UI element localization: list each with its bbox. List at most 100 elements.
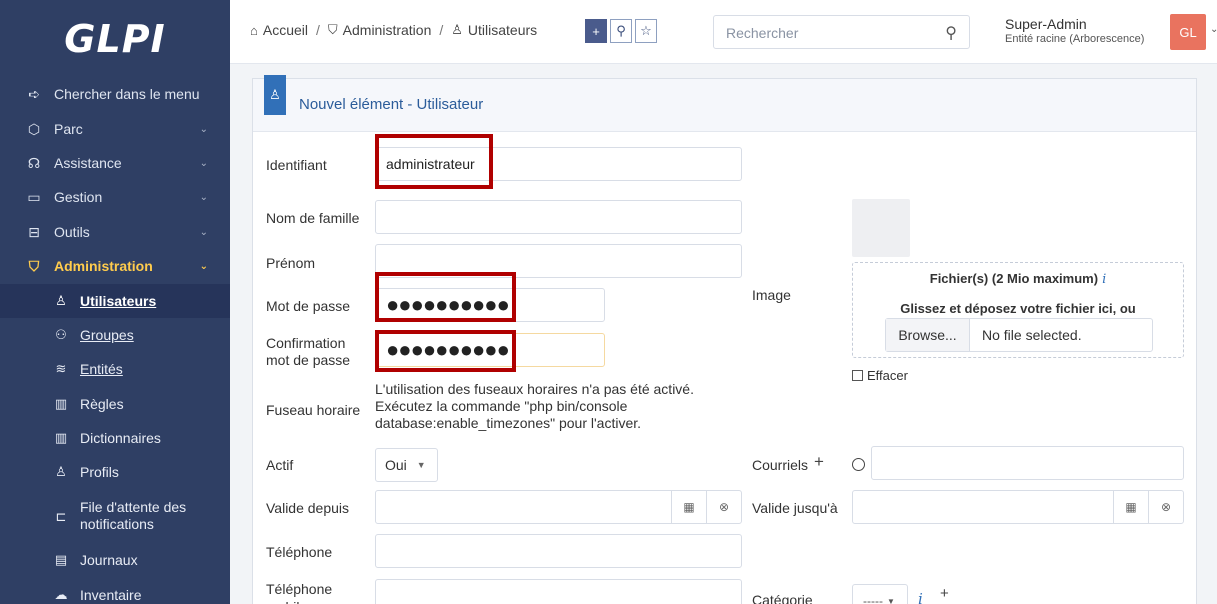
menu-parc-label: Parc [54,121,83,137]
file-input[interactable]: Browse... No file selected. [885,318,1153,352]
plus-icon: + [592,23,600,39]
menu-assistance-label: Assistance [54,155,122,171]
valid-until-field[interactable]: ▦ ⊗ [852,490,1184,524]
clear-icon[interactable]: ⊗ [1148,491,1183,523]
default-email-radio[interactable] [852,458,865,471]
user-icon: ♙ [55,293,67,308]
login-label: Identifiant [266,157,327,173]
clear-image-checkbox[interactable]: Effacer [852,368,908,383]
valid-until-label: Valide jusqu'à [752,500,838,516]
info-icon[interactable]: i [918,590,923,604]
card-header: ♙ Nouvel élément - Utilisateur [253,75,1196,132]
chevron-down-icon: ⌄ [199,260,208,272]
sidebar-item-label: Profils [80,464,119,480]
user-picture [852,199,910,257]
firstname-label: Prénom [266,255,316,271]
cloud-upload-icon: ☁ [54,587,68,602]
menu-administration-label: Administration [54,258,153,274]
upload-title: Fichier(s) (2 Mio maximum) [929,271,1099,286]
upload-drop-text: Glissez et déposez votre fichier ici, ou [900,301,1136,316]
calendar-icon[interactable]: ▦ [1113,491,1148,523]
sidebar-item-inventaire[interactable]: ☁ Inventaire [0,578,230,604]
user-entity: Entité racine (Arborescence) [1005,33,1145,45]
chevron-down-icon: ⌄ [199,226,208,238]
book-icon: ▥ [54,396,68,411]
chevron-down-icon[interactable]: ⌄ [1210,24,1217,35]
browse-button[interactable]: Browse... [886,319,970,351]
category-label: Catégorie [752,592,813,604]
sidebar-item-journaux[interactable]: ▤ Journaux [0,543,230,577]
menu-outils-label: Outils [54,224,90,240]
breadcrumb-users[interactable]: Utilisateurs [468,22,537,38]
sidebar-item-dictionnaires[interactable]: ▥ Dictionnaires [0,421,230,455]
home-icon: ⌂ [250,22,258,38]
shield-icon: ⛉ [327,22,338,37]
mobile-field[interactable] [375,579,742,604]
wallet-icon: ▭ [27,188,41,205]
info-icon[interactable]: i [1102,272,1106,287]
briefcase-icon: ⊟ [28,223,40,240]
checkbox-icon[interactable] [852,370,863,381]
book-icon: ▥ [54,430,68,445]
sidebar-item-label: Règles [80,396,124,412]
sidebar-item-utilisateurs[interactable]: ♙ Utilisateurs [0,284,230,318]
sidebar-item-label: Groupes [80,327,134,343]
search-input[interactable]: Rechercher ⚲ [713,15,970,49]
menu-parc[interactable]: ⬡ Parc ⌄ [0,112,230,146]
menu-assistance[interactable]: ☊ Assistance ⌄ [0,146,230,180]
sidebar-item-label: Utilisateurs [80,293,157,309]
caret-down-icon: ▼ [416,460,426,470]
password-label: Mot de passe [266,298,351,314]
valid-from-field[interactable]: ▦ ⊗ [375,490,742,524]
clear-icon[interactable]: ⊗ [706,491,741,523]
shield-icon: ⛉ [28,257,40,274]
avatar[interactable]: GL [1170,14,1206,50]
menu-gestion[interactable]: ▭ Gestion ⌄ [0,180,230,214]
phone-field[interactable] [375,534,742,568]
sidebar-item-label: Dictionnaires [80,430,161,446]
sidebar-item-label: File d'attente des notifications [80,499,187,532]
phone-label: Téléphone [266,544,333,560]
user-check-icon: ♙ [55,464,67,479]
lastname-label: Nom de famille [266,210,360,226]
notification-icon: ⊏ [55,508,67,524]
calendar-icon[interactable]: ▦ [671,491,706,523]
chevron-down-icon: ⌄ [199,123,208,135]
add-button[interactable]: + [585,19,607,43]
sidebar: GLPI ➪ Chercher dans le menu ⬡ Parc ⌄ ☊ … [0,0,230,604]
menu-administration[interactable]: ⛉ Administration ⌄ [0,249,230,283]
layers-icon: ≋ [55,361,67,376]
category-select[interactable]: ----- ▼ [852,584,908,604]
user-info[interactable]: Super-Admin Entité racine (Arborescence) [1005,16,1144,45]
file-dropzone[interactable]: Fichier(s) (2 Mio maximum) i Glissez et d… [852,262,1184,358]
breadcrumb-home[interactable]: Accueil [263,22,308,38]
menu-gestion-label: Gestion [54,189,103,205]
sidebar-item-notifications-queue[interactable]: ⊏ File d'attente des notifications [0,492,230,540]
sidebar-item-profils[interactable]: ♙ Profils [0,455,230,489]
user-name: Super-Admin [1005,16,1087,32]
add-category-icon[interactable]: + [940,585,949,602]
category-value: ----- [863,594,883,604]
sidebar-item-entites[interactable]: ≋ Entités [0,352,230,386]
image-label: Image [752,287,791,303]
menu-outils[interactable]: ⊟ Outils ⌄ [0,215,230,249]
page-title: Nouvel élément - Utilisateur [299,96,484,113]
search-list-button[interactable]: ⚲ [610,19,632,43]
add-email-icon[interactable]: + [814,452,824,472]
mobile-label: Téléphone mobile [266,581,333,604]
breadcrumb-admin[interactable]: Administration [343,22,432,38]
search-icon[interactable]: ⚲ [945,23,957,43]
confirm-label-1: Confirmation [266,335,346,351]
active-select[interactable]: Oui ▼ [375,448,438,482]
menu-search[interactable]: ➪ Chercher dans le menu [0,77,230,111]
email-field[interactable] [871,446,1184,480]
sidebar-item-groupes[interactable]: ⚇ Groupes [0,318,230,352]
sidebar-item-label: Inventaire [80,587,142,603]
lastname-field[interactable] [375,200,742,234]
bookmark-button[interactable]: ☆ [635,19,657,43]
active-label: Actif [266,457,294,473]
clear-label: Effacer [867,368,908,383]
emails-label: Courriels [752,457,809,473]
glpi-logo[interactable]: GLPI [0,0,230,78]
sidebar-item-regles[interactable]: ▥ Règles [0,387,230,421]
